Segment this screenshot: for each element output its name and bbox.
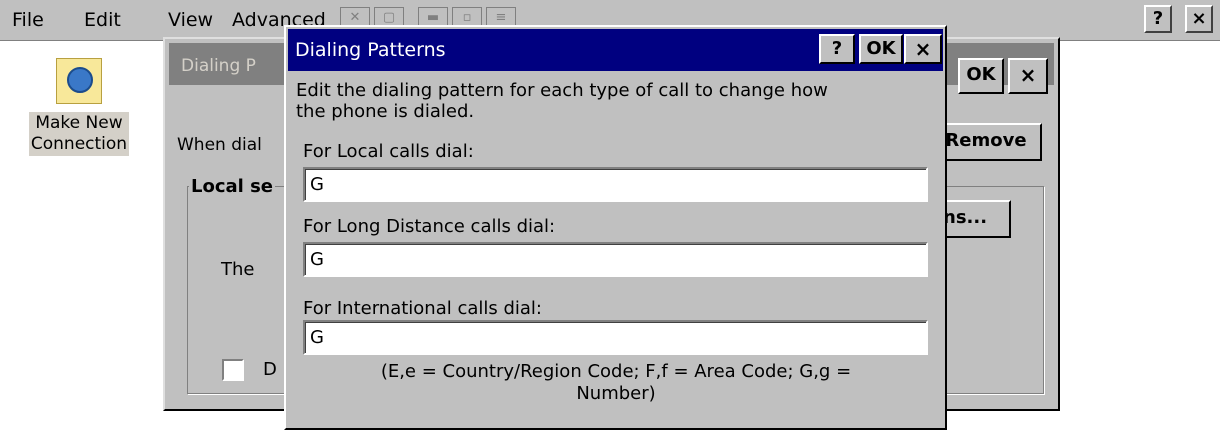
long-distance-calls-label: For Long Distance calls dial:	[303, 216, 556, 237]
dialing-patterns-titlebar: Dialing Patterns ? OK ×	[288, 29, 943, 71]
instruction-text: Edit the dialing pattern for each type o…	[296, 80, 828, 122]
long-distance-calls-field[interactable]: G	[303, 242, 928, 277]
disable-call-waiting-checkbox[interactable]	[222, 359, 244, 381]
dialing-patterns-dialog: Dialing Patterns ? OK × Edit the dialing…	[284, 25, 947, 430]
local-settings-label: Local se	[189, 176, 276, 197]
dialog-ok-button[interactable]: OK	[859, 34, 903, 64]
dialog-close-button[interactable]: ×	[904, 34, 942, 64]
help-button[interactable]: ?	[1144, 5, 1172, 33]
pattern-legend: (E,e = Country/Region Code; F,f = Area C…	[380, 361, 852, 404]
menu-edit[interactable]: Edit	[84, 9, 121, 31]
close-button[interactable]: ×	[1185, 5, 1213, 33]
make-new-connection-icon[interactable]: Make New Connection	[14, 58, 144, 156]
dialing-properties-title: Dialing P	[181, 56, 256, 76]
disable-call-waiting-label: D	[263, 359, 277, 380]
local-calls-label: For Local calls dial:	[303, 141, 474, 162]
when-dialing-label: When dial	[177, 135, 262, 155]
bg-close-button[interactable]: ×	[1008, 58, 1048, 94]
connection-icon	[56, 58, 102, 104]
dialog-title: Dialing Patterns	[295, 39, 446, 61]
bg-ok-button[interactable]: OK	[958, 58, 1004, 94]
make-new-connection-label: Make New Connection	[28, 112, 130, 156]
menu-file[interactable]: File	[12, 9, 44, 31]
dialog-help-button[interactable]: ?	[819, 34, 855, 64]
international-calls-label: For International calls dial:	[303, 298, 543, 319]
menu-view[interactable]: View	[168, 9, 213, 31]
area-code-label: The	[221, 259, 255, 280]
international-calls-field[interactable]: G	[303, 320, 928, 355]
local-calls-field[interactable]: G	[303, 167, 928, 202]
